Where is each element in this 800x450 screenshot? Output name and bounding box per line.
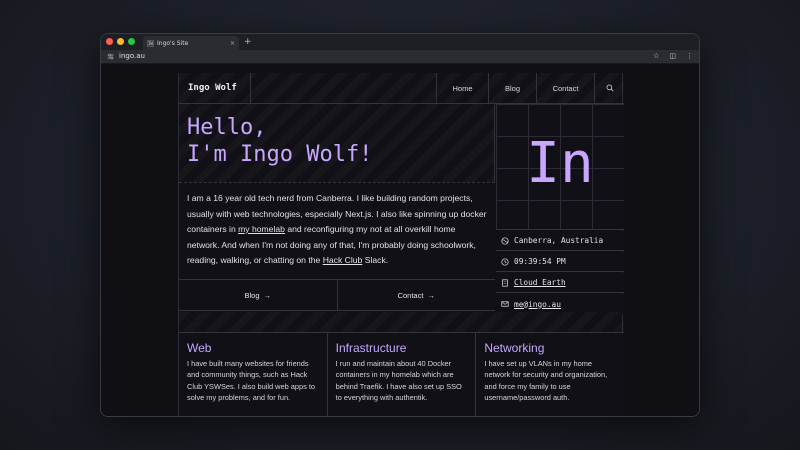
browser-window: IW Ingo's Site × + ingo.au ☆ ◫ ⋮ Ingo Wo… <box>100 33 700 417</box>
site-header: Ingo Wolf Home Blog Contact <box>179 73 624 104</box>
bookmark-star-icon[interactable]: ☆ <box>653 52 659 60</box>
card-web: Web I have built many websites for frien… <box>179 333 328 416</box>
homelab-link[interactable]: my homelab <box>238 224 285 234</box>
email-link[interactable]: me@ingo.au <box>514 300 561 309</box>
nav-home-link[interactable]: Home <box>436 73 488 103</box>
nav-blog-link[interactable]: Blog <box>488 73 536 103</box>
skills-cards: Web I have built many websites for frien… <box>179 333 625 416</box>
site-brand[interactable]: Ingo Wolf <box>179 73 251 103</box>
card-title: Infrastructure <box>335 341 407 355</box>
minimize-window-button[interactable] <box>117 38 124 45</box>
window-controls <box>106 38 135 45</box>
arrow-right-icon: → <box>263 290 272 300</box>
search-button[interactable] <box>594 73 624 103</box>
monogram-tile: In <box>496 104 624 230</box>
monogram-text: In <box>526 131 594 196</box>
new-tab-button[interactable]: + <box>244 36 252 48</box>
globe-icon <box>501 236 509 245</box>
profile-panel: In Canberra, Australia 09:39:54 PM Cloud… <box>496 104 624 314</box>
contact-button-label: Contact <box>397 290 424 300</box>
hero-intro: Hello, I'm Ingo Wolf! I am a 16 year old… <box>179 104 495 279</box>
tab-bar: IW Ingo's Site × + <box>101 34 699 50</box>
contact-button[interactable]: Contact → <box>336 280 496 310</box>
section-divider <box>179 312 624 333</box>
company-row: Cloud Earth <box>496 273 624 293</box>
hero-greeting-line1: Hello, <box>187 115 267 140</box>
time-row: 09:39:54 PM <box>496 252 624 272</box>
close-window-button[interactable] <box>106 38 113 45</box>
site-settings-icon[interactable] <box>107 53 114 62</box>
blog-button[interactable]: Blog → <box>179 280 337 310</box>
address-actions: ☆ ◫ ⋮ <box>653 52 693 60</box>
hero-greeting-line2: I'm Ingo Wolf! <box>187 142 373 167</box>
page-viewport: Ingo Wolf Home Blog Contact Hello, I'm I… <box>101 64 699 416</box>
tab-title: Ingo's Site <box>157 39 189 47</box>
hero-heading: Hello, I'm Ingo Wolf! <box>187 114 372 168</box>
location-text: Canberra, Australia <box>514 236 604 245</box>
arrow-right-icon: → <box>427 290 435 300</box>
card-body: I have built many websites for friends a… <box>187 359 316 403</box>
hack-club-link[interactable]: Hack Club <box>323 255 363 265</box>
search-icon <box>606 84 613 92</box>
mail-icon <box>501 301 509 307</box>
location-row: Canberra, Australia <box>496 231 624 251</box>
maximize-window-button[interactable] <box>128 38 135 45</box>
bio-paragraph: I am a 16 year old tech nerd from Canber… <box>179 182 495 279</box>
card-networking: Networking I have set up VLANs in my hom… <box>476 333 625 416</box>
address-bar[interactable]: ingo.au ☆ ◫ ⋮ <box>101 50 699 64</box>
card-title: Web <box>187 341 212 355</box>
hero-buttons: Blog → Contact → <box>179 279 495 311</box>
tab-close-icon[interactable]: × <box>230 40 235 47</box>
card-body: I have set up VLANs in my home network f… <box>484 359 608 403</box>
nav-contact-link[interactable]: Contact <box>536 73 594 103</box>
card-title: Networking <box>484 341 545 355</box>
url-field[interactable]: ingo.au <box>119 52 145 60</box>
favicon-icon: IW <box>147 39 154 47</box>
bio-text-3: Slack. <box>362 255 389 265</box>
blog-button-label: Blog <box>244 290 260 300</box>
company-link[interactable]: Cloud Earth <box>514 278 566 287</box>
time-text: 09:39:54 PM <box>514 257 566 266</box>
card-body: I run and maintain about 40 Docker conta… <box>335 359 462 403</box>
extensions-icon[interactable]: ◫ <box>669 52 676 60</box>
clock-icon <box>501 257 509 266</box>
card-infrastructure: Infrastructure I run and maintain about … <box>327 333 477 416</box>
site-container: Ingo Wolf Home Blog Contact Hello, I'm I… <box>178 73 625 416</box>
email-row: me@ingo.au <box>496 294 624 314</box>
menu-kebab-icon[interactable]: ⋮ <box>686 52 693 60</box>
browser-tab[interactable]: IW Ingo's Site × <box>143 36 239 50</box>
building-icon <box>502 278 508 287</box>
